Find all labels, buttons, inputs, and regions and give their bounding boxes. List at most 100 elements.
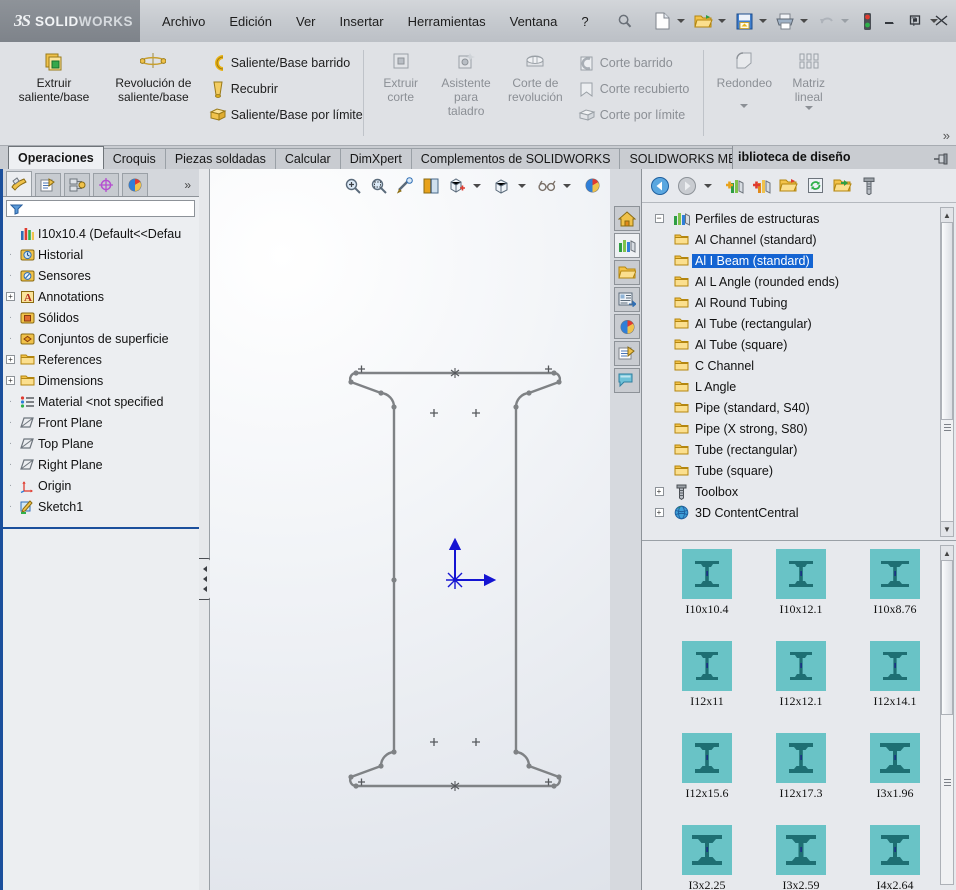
tab-croquis[interactable]: Croquis xyxy=(102,148,166,169)
tab-complementos-solidworks[interactable]: Complementos de SOLIDWORKS xyxy=(410,148,621,169)
boundary-cut-button[interactable]: Corte por límite xyxy=(574,102,690,128)
library-item-toolbox[interactable]: + Toolbox xyxy=(642,481,956,502)
revolve-boss-button[interactable]: Revolución de saliente/base xyxy=(105,48,201,104)
library-item-3d-contentcentral[interactable]: + 3D ContentCentral xyxy=(642,502,956,523)
minimize-icon[interactable] xyxy=(880,11,898,29)
tree-expander[interactable]: + xyxy=(648,508,670,517)
swept-cut-button[interactable]: Corte barrido xyxy=(574,50,690,76)
boundary-boss-button[interactable]: Saliente/Base por límite xyxy=(205,102,363,128)
tree-item-sensores[interactable]: · Sensores xyxy=(4,265,199,286)
library-item-al-channel[interactable]: Al Channel (standard) xyxy=(642,229,956,250)
thumbnail-item[interactable]: I12x14.1 xyxy=(848,641,942,709)
revolve-cut-button[interactable]: Corte de revolución xyxy=(500,48,570,104)
menu-item-edicion[interactable]: Edición xyxy=(229,14,272,29)
undo-icon[interactable] xyxy=(815,9,839,33)
thumbnail-item[interactable]: I10x10.4 xyxy=(660,549,754,617)
open-folder-caret-icon[interactable] xyxy=(717,19,726,23)
new-document-caret-icon[interactable] xyxy=(676,19,685,23)
toolbox-icon[interactable] xyxy=(857,174,881,198)
zoom-to-area-icon[interactable] xyxy=(367,174,391,198)
section-view-icon[interactable] xyxy=(419,174,443,198)
feature-manager-icon[interactable] xyxy=(6,171,32,196)
library-item-al-l-angle[interactable]: Al L Angle (rounded ends) xyxy=(642,271,956,292)
extrude-cut-button[interactable]: Extruir corte xyxy=(370,48,432,104)
tree-item-references[interactable]: + References xyxy=(4,349,199,370)
thumbnails-scrollbar[interactable]: ▲ xyxy=(940,545,954,885)
extrude-boss-button[interactable]: Extruir saliente/base xyxy=(6,48,102,104)
menu-item-ventana[interactable]: Ventana xyxy=(510,14,558,29)
back-icon[interactable] xyxy=(648,174,672,198)
design-library-icon[interactable] xyxy=(614,233,640,258)
scroll-up-icon[interactable]: ▲ xyxy=(941,546,953,561)
panel-splitter[interactable] xyxy=(199,169,210,890)
thumbnail-item[interactable]: I3x2.25 xyxy=(660,825,754,889)
save-caret-icon[interactable] xyxy=(758,19,767,23)
tree-item-right-plane[interactable]: · Right Plane xyxy=(4,454,199,475)
tab-dimxpert[interactable]: DimXpert xyxy=(339,148,412,169)
new-document-icon[interactable] xyxy=(651,9,675,33)
menu-item-help[interactable]: ? xyxy=(581,14,588,29)
tree-item-sketch1[interactable]: · Sketch1 xyxy=(4,496,199,517)
lofted-cut-button[interactable]: Corte recubierto xyxy=(574,76,689,102)
thumbnail-item[interactable]: I3x2.59 xyxy=(754,825,848,889)
library-item-al-tube-square[interactable]: Al Tube (square) xyxy=(642,334,956,355)
forward-icon[interactable] xyxy=(675,174,699,198)
fillet-button[interactable]: Redondeo xyxy=(712,48,776,108)
hide-show-caret-icon[interactable] xyxy=(563,183,571,188)
add-folder-icon[interactable] xyxy=(749,174,773,198)
save-icon[interactable] xyxy=(733,9,757,33)
configure-icon[interactable] xyxy=(830,174,854,198)
open-folder-icon[interactable] xyxy=(692,9,716,33)
tab-operaciones[interactable]: Operaciones xyxy=(8,146,104,169)
undo-caret-icon[interactable] xyxy=(840,19,849,23)
hole-wizard-button[interactable]: Asistente para taladro xyxy=(435,48,497,118)
property-manager-icon[interactable] xyxy=(35,173,61,196)
library-item-l-angle[interactable]: L Angle xyxy=(642,376,956,397)
print-caret-icon[interactable] xyxy=(799,19,808,23)
library-item-pipe-standard-s40[interactable]: Pipe (standard, S40) xyxy=(642,397,956,418)
tree-item-conjuntos-superficie[interactable]: · Conjuntos de superficie xyxy=(4,328,199,349)
menu-item-ver[interactable]: Ver xyxy=(296,14,316,29)
tree-expander[interactable]: + xyxy=(648,487,670,496)
tree-item-origin[interactable]: · Origin xyxy=(4,475,199,496)
tree-item-historial[interactable]: · Historial xyxy=(4,244,199,265)
tab-calcular[interactable]: Calcular xyxy=(274,148,341,169)
rebuild-icon[interactable] xyxy=(856,9,880,33)
tree-expander[interactable]: + xyxy=(4,292,17,301)
library-item-tube-square[interactable]: Tube (square) xyxy=(642,460,956,481)
view-orientation-caret-icon[interactable] xyxy=(473,183,481,188)
tree-expander[interactable]: + xyxy=(4,376,17,385)
refresh-icon[interactable] xyxy=(803,174,827,198)
feature-manager-more-button[interactable]: » xyxy=(184,178,191,196)
tab-piezas-soldadas[interactable]: Piezas soldadas xyxy=(164,148,276,169)
library-item-pipe-x-strong-s80[interactable]: Pipe (X strong, S80) xyxy=(642,418,956,439)
scroll-down-icon[interactable]: ▼ xyxy=(941,521,953,536)
menu-item-herramientas[interactable]: Herramientas xyxy=(408,14,486,29)
file-explorer-icon[interactable] xyxy=(614,260,640,285)
solidworks-forum-icon[interactable] xyxy=(614,368,640,393)
history-dropdown-caret-icon[interactable] xyxy=(704,183,712,188)
library-item-tube-rectangular[interactable]: Tube (rectangular) xyxy=(642,439,956,460)
thumbnail-item[interactable]: I12x17.3 xyxy=(754,733,848,801)
print-icon[interactable] xyxy=(774,9,798,33)
thumbnail-item[interactable]: I12x11 xyxy=(660,641,754,709)
tree-item-dimensions[interactable]: + Dimensions xyxy=(4,370,199,391)
linear-pattern-button[interactable]: Matriz lineal xyxy=(780,48,838,110)
dimxpert-manager-icon[interactable] xyxy=(93,173,119,196)
library-tree-scrollbar[interactable]: ▲ ▼ xyxy=(940,207,954,537)
i-beam-sketch[interactable] xyxy=(210,169,610,890)
library-item-al-round-tubing[interactable]: Al Round Tubing xyxy=(642,292,956,313)
open-folder-icon[interactable] xyxy=(776,174,800,198)
menu-item-insertar[interactable]: Insertar xyxy=(340,14,384,29)
view-orientation-icon[interactable] xyxy=(445,174,469,198)
add-to-library-icon[interactable] xyxy=(722,174,746,198)
menu-item-archivo[interactable]: Archivo xyxy=(162,14,205,29)
hide-show-icon[interactable] xyxy=(535,174,559,198)
appearances-scenes-icon[interactable] xyxy=(614,314,640,339)
library-item-perfiles-de-estructuras[interactable]: − Perfiles de estructuras xyxy=(642,208,956,229)
display-style-icon[interactable] xyxy=(490,174,514,198)
scroll-up-icon[interactable]: ▲ xyxy=(941,208,953,223)
feature-tree-filter[interactable] xyxy=(6,200,195,217)
home-icon[interactable] xyxy=(614,206,640,231)
display-style-caret-icon[interactable] xyxy=(518,183,526,188)
